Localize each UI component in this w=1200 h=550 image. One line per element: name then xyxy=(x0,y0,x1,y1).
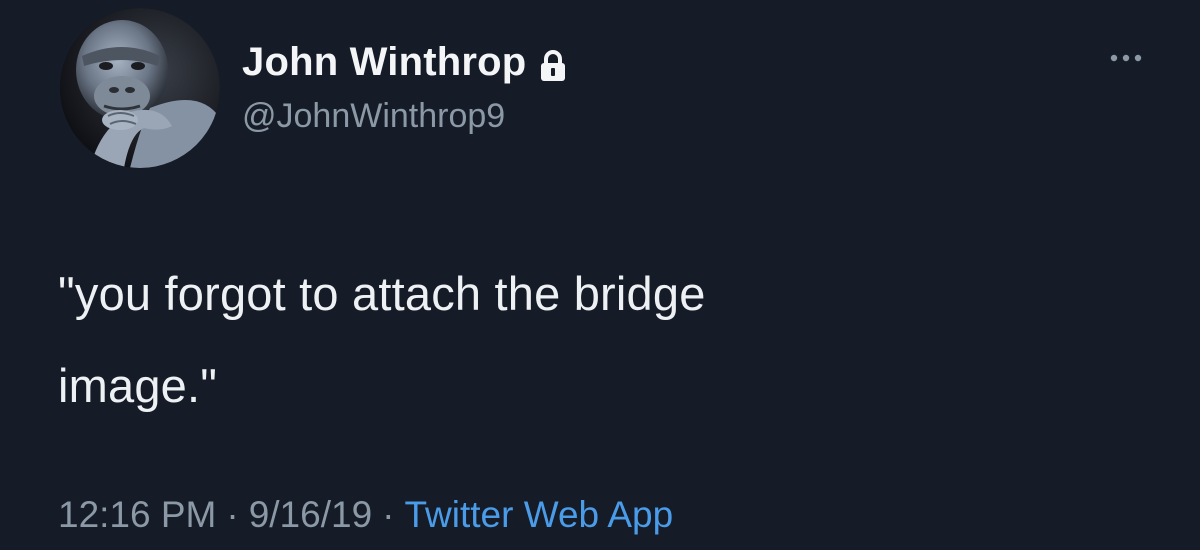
tweet-text: "you forgot to attach the bridge image." xyxy=(58,248,1058,432)
lock-icon xyxy=(538,49,568,83)
meta-separator: · xyxy=(226,494,239,535)
tweet-card: John Winthrop @JohnWinthrop9 "you forgot… xyxy=(0,0,1200,550)
display-name[interactable]: John Winthrop xyxy=(242,38,526,86)
tweet-text-line: image." xyxy=(58,359,218,412)
meta-separator: · xyxy=(382,494,395,535)
user-handle[interactable]: @JohnWinthrop9 xyxy=(242,96,505,136)
tweet-date[interactable]: 9/16/19 xyxy=(249,494,372,535)
tweet-time[interactable]: 12:16 PM xyxy=(58,494,216,535)
tweet-meta: 12:16 PM · 9/16/19 · Twitter Web App xyxy=(58,492,673,538)
user-name-row: John Winthrop xyxy=(242,38,568,86)
gorilla-avatar-icon xyxy=(60,8,220,168)
avatar[interactable] xyxy=(60,8,220,168)
tweet-source-link[interactable]: Twitter Web App xyxy=(404,494,673,535)
more-options-icon[interactable] xyxy=(1108,50,1144,66)
tweet-text-line: "you forgot to attach the bridge xyxy=(58,267,706,320)
